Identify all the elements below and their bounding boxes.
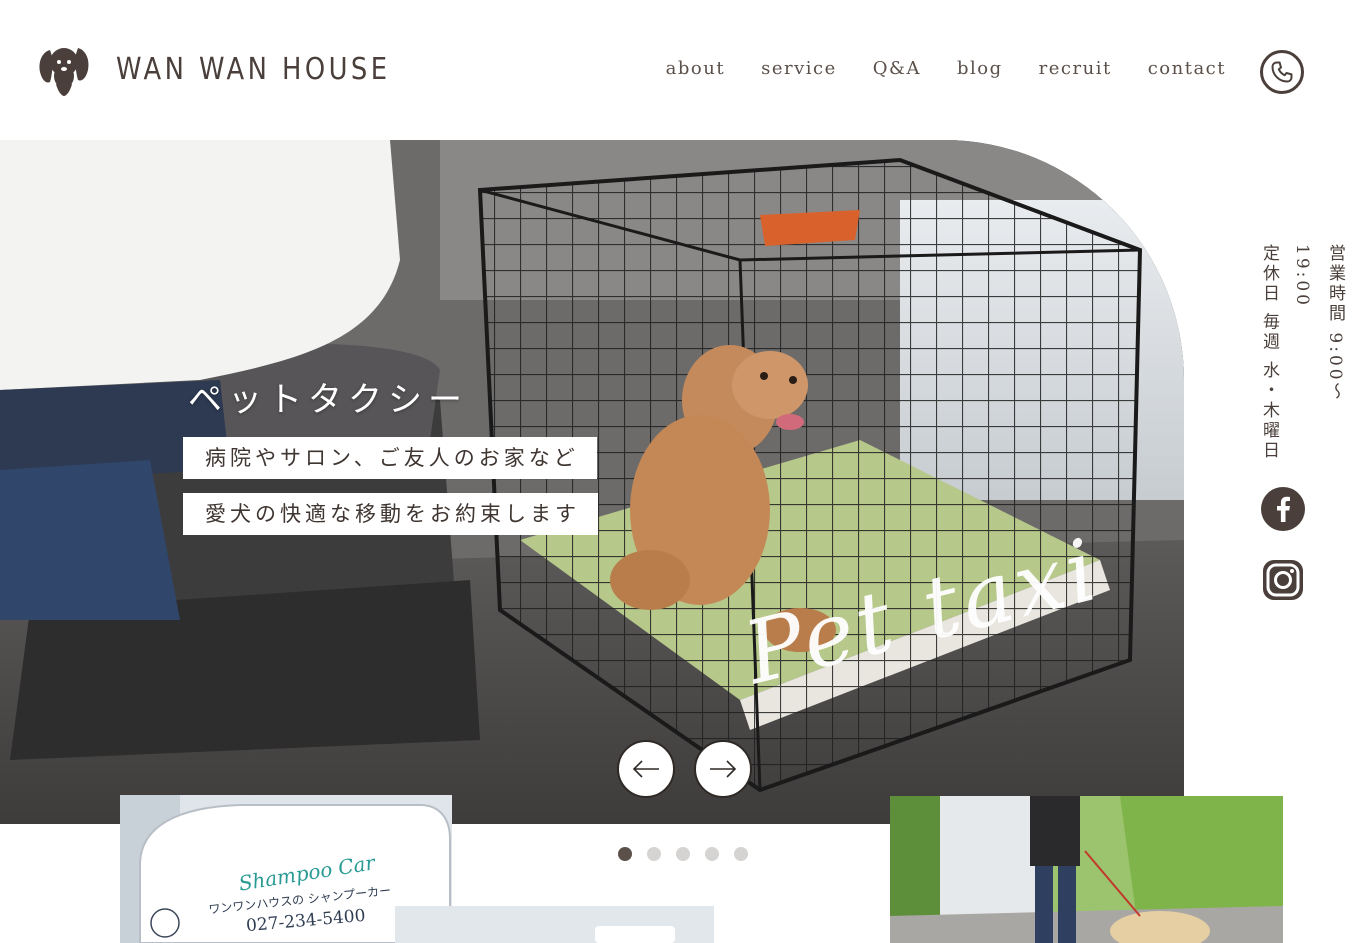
dog-walk-image xyxy=(890,796,1283,943)
slider-next-button[interactable] xyxy=(694,740,752,798)
dog-logo-icon xyxy=(39,48,89,96)
arrow-left-icon xyxy=(632,760,659,778)
nav-qa[interactable]: Q&A xyxy=(873,58,921,79)
brand-name: WAN WAN HOUSE xyxy=(116,51,391,87)
hero-image xyxy=(0,140,1184,824)
hero-caption-line-2: 愛犬の快適な移動をお約束します xyxy=(183,493,598,535)
holiday-text: 定休日 毎週 水・木曜日 xyxy=(1259,244,1279,461)
slider-prev-button[interactable] xyxy=(617,740,675,798)
slider-dot-4[interactable] xyxy=(705,847,719,861)
logo-link[interactable]: WAN WAN HOUSE xyxy=(36,40,435,98)
hero-caption-line-1: 病院やサロン、ご友人のお家など xyxy=(183,437,597,479)
opening-hours-text: 営業時間 9:00～19:00 xyxy=(1292,244,1345,403)
hero-title: ペットタクシー xyxy=(188,380,468,420)
service-image xyxy=(395,906,714,943)
nav-blog[interactable]: blog xyxy=(957,58,1003,79)
facebook-icon xyxy=(1261,487,1305,531)
instagram-icon xyxy=(1263,560,1303,600)
instagram-link[interactable] xyxy=(1261,558,1305,602)
service-thumbnail[interactable] xyxy=(395,906,714,943)
phone-button[interactable] xyxy=(1260,50,1304,94)
nav-contact[interactable]: contact xyxy=(1148,58,1226,79)
slider-pagination xyxy=(618,847,748,861)
hero-slider: ペットタクシー 病院やサロン、ご友人のお家など 愛犬の快適な移動をお約束します … xyxy=(0,140,1184,824)
slider-dot-3[interactable] xyxy=(676,847,690,861)
phone-icon xyxy=(1271,61,1293,83)
nav-recruit[interactable]: recruit xyxy=(1039,58,1112,79)
slider-dot-1[interactable] xyxy=(618,847,632,861)
main-nav: about service Q&A blog recruit contact xyxy=(666,58,1226,79)
arrow-right-icon xyxy=(710,760,737,778)
business-hours: 営業時間 9:00～19:00 定休日 毎週 水・木曜日 xyxy=(1252,244,1351,464)
dog-walk-thumbnail[interactable] xyxy=(890,796,1283,943)
slider-dot-5[interactable] xyxy=(734,847,748,861)
facebook-link[interactable] xyxy=(1261,487,1305,531)
site-header: WAN WAN HOUSE about service Q&A blog rec… xyxy=(0,0,1366,140)
nav-service[interactable]: service xyxy=(761,58,837,79)
nav-about[interactable]: about xyxy=(666,58,725,79)
slider-dot-2[interactable] xyxy=(647,847,661,861)
